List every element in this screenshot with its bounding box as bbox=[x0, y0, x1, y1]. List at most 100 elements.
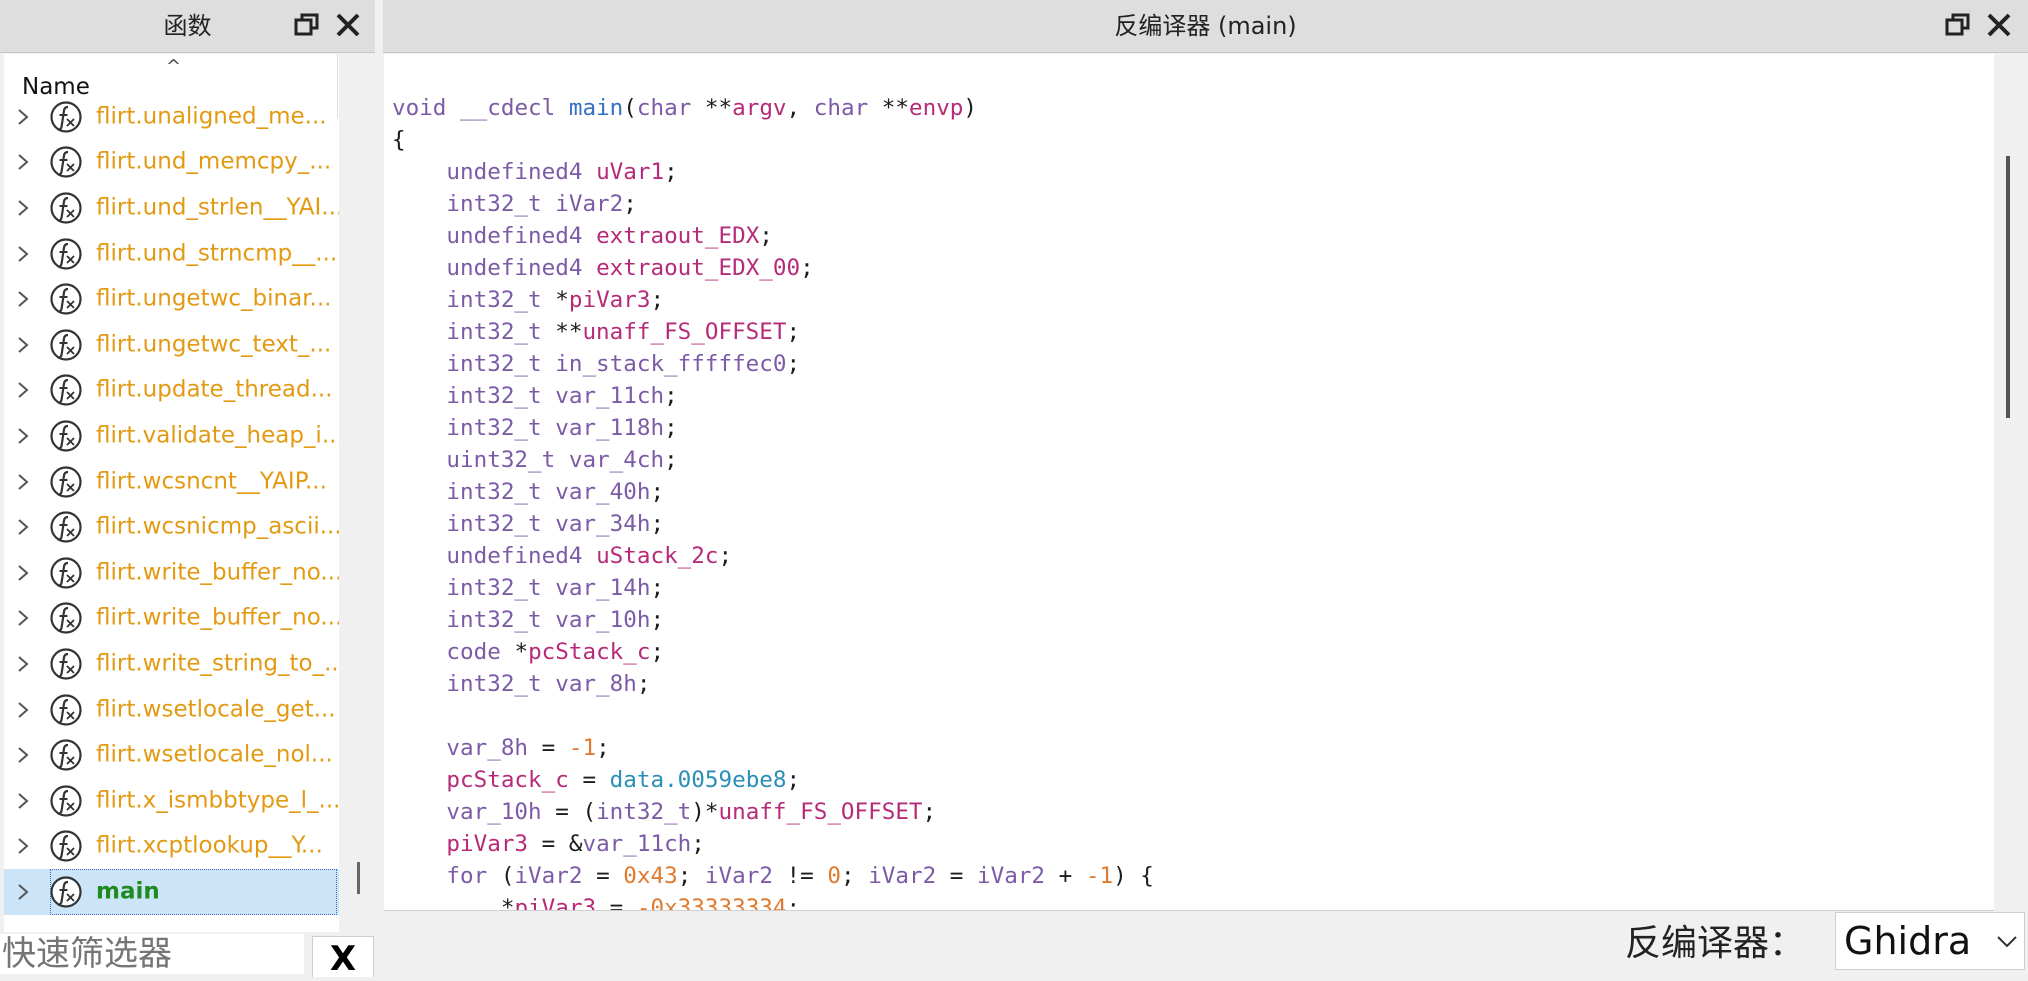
code-token-p[interactable]: * bbox=[501, 639, 528, 665]
chevron-right-icon[interactable] bbox=[16, 380, 30, 400]
function-list-item[interactable]: flirt.wcsnicmp_ascii... bbox=[4, 504, 339, 550]
code-token-type[interactable]: char bbox=[637, 95, 691, 121]
code-token-p[interactable]: { bbox=[392, 127, 406, 153]
code-token-p[interactable]: ( bbox=[487, 863, 515, 889]
chevron-right-icon[interactable] bbox=[16, 563, 30, 583]
code-token-p[interactable]: ** bbox=[542, 319, 582, 345]
code-line[interactable]: int32_t var_118h; bbox=[392, 412, 1154, 444]
code-token-p[interactable]: ) bbox=[963, 95, 977, 121]
list-scrollbar[interactable] bbox=[357, 862, 360, 894]
code-token-kw[interactable]: for bbox=[446, 863, 487, 889]
code-token-p[interactable]: ) { bbox=[1113, 863, 1154, 889]
code-token-p[interactable] bbox=[392, 735, 446, 761]
restore-window-icon[interactable] bbox=[1943, 10, 1973, 40]
function-list-item[interactable]: flirt.xcptlookup__Y... bbox=[4, 824, 339, 870]
code-token-p[interactable]: ; bbox=[787, 319, 801, 345]
code-token-num[interactable]: 0x43 bbox=[623, 863, 677, 889]
code-token-p[interactable]: ; bbox=[841, 863, 868, 889]
chevron-right-icon[interactable] bbox=[16, 107, 30, 127]
code-token-p[interactable] bbox=[582, 223, 596, 249]
code-token-p[interactable]: = bbox=[582, 863, 623, 889]
code-token-p[interactable] bbox=[392, 191, 446, 217]
code-token-num[interactable]: -1 bbox=[569, 735, 596, 761]
code-token-p[interactable]: = bbox=[596, 895, 637, 910]
code-line[interactable]: *piVar3 = -0x33333334; bbox=[392, 892, 1154, 910]
code-token-p[interactable] bbox=[392, 671, 446, 697]
code-token-var[interactable]: pcStack_c bbox=[446, 767, 568, 793]
decompiled-code[interactable]: void __cdecl main(char **argv, char **en… bbox=[392, 92, 1154, 910]
code-token-p[interactable]: , bbox=[787, 95, 814, 121]
code-token-p[interactable]: )* bbox=[691, 799, 718, 825]
code-token-p[interactable]: ; bbox=[787, 767, 801, 793]
code-token-lv[interactable]: var_10h bbox=[555, 607, 650, 633]
code-token-type[interactable]: int32_t bbox=[446, 479, 541, 505]
code-token-p[interactable]: ; bbox=[787, 351, 801, 377]
code-token-var[interactable]: extraout_EDX bbox=[596, 223, 759, 249]
code-token-p[interactable]: = ( bbox=[542, 799, 596, 825]
code-token-p[interactable] bbox=[392, 479, 446, 505]
code-token-p[interactable] bbox=[392, 799, 446, 825]
code-token-p[interactable] bbox=[392, 223, 446, 249]
code-token-type[interactable]: int32_t bbox=[446, 607, 541, 633]
code-token-var[interactable]: pcStack_c bbox=[528, 639, 650, 665]
code-token-type[interactable]: undefined4 bbox=[446, 159, 582, 185]
code-line[interactable]: undefined4 uVar1; bbox=[392, 156, 1154, 188]
code-token-p[interactable]: ( bbox=[623, 95, 637, 121]
code-line[interactable]: undefined4 uStack_2c; bbox=[392, 540, 1154, 572]
code-line[interactable]: undefined4 extraout_EDX_00; bbox=[392, 252, 1154, 284]
code-token-p[interactable] bbox=[392, 863, 446, 889]
chevron-right-icon[interactable] bbox=[16, 289, 30, 309]
code-token-num[interactable]: 0 bbox=[827, 863, 841, 889]
code-token-type[interactable]: uint32_t bbox=[446, 447, 555, 473]
code-line[interactable]: var_8h = -1; bbox=[392, 732, 1154, 764]
code-token-var[interactable]: extraout_EDX_00 bbox=[596, 255, 800, 281]
code-token-lv[interactable]: var_4ch bbox=[569, 447, 664, 473]
code-line[interactable]: int32_t var_14h; bbox=[392, 572, 1154, 604]
code-token-var[interactable]: piVar3 bbox=[514, 895, 596, 910]
code-token-lv[interactable]: var_10h bbox=[446, 799, 541, 825]
code-token-p[interactable]: ; bbox=[664, 159, 678, 185]
code-token-type[interactable]: int32_t bbox=[446, 671, 541, 697]
code-token-lv[interactable]: var_8h bbox=[446, 735, 528, 761]
code-token-p[interactable] bbox=[392, 287, 446, 313]
code-token-fn[interactable]: main bbox=[569, 95, 623, 121]
code-token-lv[interactable]: var_11ch bbox=[555, 383, 664, 409]
code-token-p[interactable]: = bbox=[936, 863, 977, 889]
code-token-kw[interactable]: __cdecl bbox=[460, 95, 555, 121]
chevron-right-icon[interactable] bbox=[16, 152, 30, 172]
code-line[interactable]: void __cdecl main(char **argv, char **en… bbox=[392, 92, 1154, 124]
code-token-p[interactable]: ; bbox=[719, 543, 733, 569]
chevron-right-icon[interactable] bbox=[16, 882, 30, 902]
function-list-item[interactable]: flirt.wsetlocale_nol... bbox=[4, 732, 339, 778]
code-token-var[interactable]: unaff_FS_OFFSET bbox=[582, 319, 786, 345]
code-token-p[interactable]: ; bbox=[787, 895, 801, 910]
code-token-p[interactable]: ; bbox=[650, 287, 664, 313]
code-token-p[interactable] bbox=[392, 639, 446, 665]
code-token-p[interactable] bbox=[392, 415, 446, 441]
code-token-p[interactable] bbox=[392, 607, 446, 633]
code-token-p[interactable] bbox=[392, 159, 446, 185]
code-token-num[interactable]: -0x33333334 bbox=[637, 895, 787, 910]
code-token-p[interactable]: ; bbox=[651, 639, 665, 665]
code-token-p[interactable]: * bbox=[542, 287, 569, 313]
chevron-right-icon[interactable] bbox=[16, 654, 30, 674]
function-list-item[interactable]: flirt.und_strlen__YAI... bbox=[4, 185, 339, 231]
code-token-p[interactable]: = bbox=[569, 767, 610, 793]
code-line[interactable]: pcStack_c = data.0059ebe8; bbox=[392, 764, 1154, 796]
code-token-type[interactable]: int32_t bbox=[446, 351, 541, 377]
code-token-p[interactable]: ; bbox=[596, 735, 610, 761]
code-token-p[interactable] bbox=[392, 351, 446, 377]
code-token-type[interactable]: int32_t bbox=[446, 575, 541, 601]
code-token-lv[interactable]: iVar2 bbox=[555, 191, 623, 217]
function-list[interactable]: ^ Name flirt.unaligned_me... flirt.und_me… bbox=[4, 54, 339, 932]
code-token-p[interactable] bbox=[582, 543, 596, 569]
decompiler-select[interactable]: Ghidra bbox=[1835, 912, 2025, 970]
code-line[interactable]: code *pcStack_c; bbox=[392, 636, 1154, 668]
function-list-item[interactable]: flirt.write_buffer_no... bbox=[4, 550, 339, 596]
code-token-p[interactable] bbox=[555, 447, 569, 473]
code-token-lv[interactable]: var_14h bbox=[555, 575, 650, 601]
code-line[interactable]: int32_t iVar2; bbox=[392, 188, 1154, 220]
code-token-p[interactable] bbox=[392, 575, 446, 601]
function-list-item[interactable]: main bbox=[4, 869, 339, 915]
code-token-p[interactable] bbox=[542, 671, 556, 697]
